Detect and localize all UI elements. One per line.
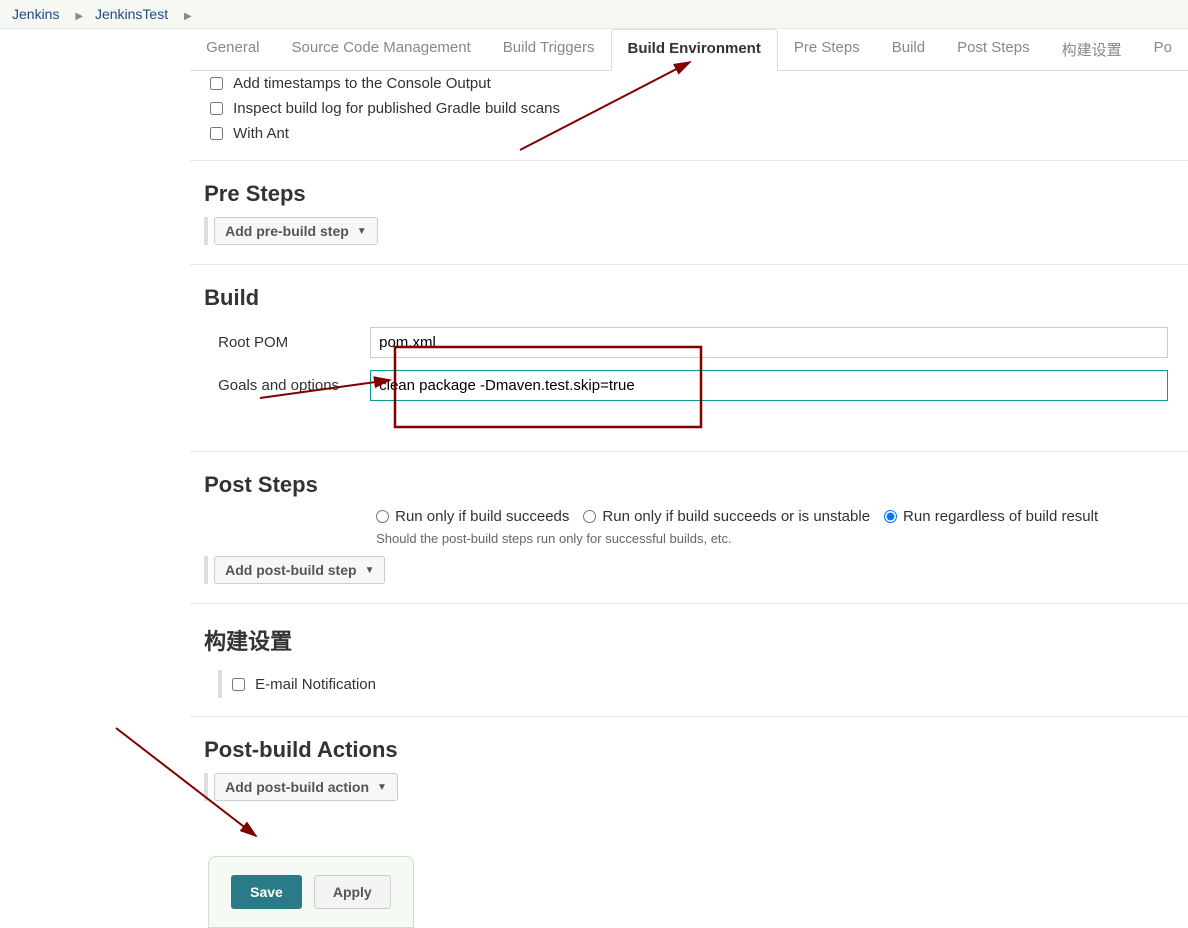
section-post-steps: Post Steps Run only if build succeeds Ru… — [190, 458, 1188, 604]
heading-post-steps: Post Steps — [190, 458, 1188, 508]
breadcrumb: Jenkins ▶ JenkinsTest ▶ — [0, 0, 1188, 29]
label-timestamps: Add timestamps to the Console Output — [233, 75, 491, 92]
help-post-steps: Should the post-build steps run only for… — [190, 525, 1188, 556]
checkbox-timestamps[interactable] — [210, 77, 223, 90]
apply-button[interactable]: Apply — [314, 875, 391, 909]
label-goals-options: Goals and options — [218, 377, 370, 394]
add-post-build-action-button[interactable]: Add post-build action ▼ — [214, 773, 398, 801]
section-build-environment: Add timestamps to the Console Output Ins… — [190, 71, 1188, 161]
caret-down-icon: ▼ — [357, 226, 367, 237]
heading-build-settings: 构建设置 — [190, 610, 1188, 666]
sidebar — [0, 29, 172, 928]
tab-build-environment[interactable]: Build Environment — [611, 29, 778, 71]
label-unstable: Run only if build succeeds or is unstabl… — [602, 508, 870, 525]
config-tabs: General Source Code Management Build Tri… — [190, 29, 1188, 71]
section-post-build-actions: Post-build Actions Add post-build action… — [190, 723, 1188, 820]
label-with-ant: With Ant — [233, 125, 289, 142]
add-pre-build-step-label: Add pre-build step — [225, 223, 349, 239]
checkbox-with-ant[interactable] — [210, 127, 223, 140]
section-build-settings: 构建设置 E-mail Notification — [190, 610, 1188, 717]
caret-down-icon: ▼ — [377, 782, 387, 793]
drag-handle — [218, 670, 222, 698]
section-build: Build Root POM Goals and options — [190, 271, 1188, 452]
tab-build[interactable]: Build — [876, 29, 941, 70]
chevron-right-icon: ▶ — [75, 11, 83, 22]
save-bar: Save Apply — [208, 856, 414, 928]
radio-regardless[interactable] — [884, 510, 897, 523]
tab-po[interactable]: Po — [1138, 29, 1188, 70]
radio-unstable[interactable] — [583, 510, 596, 523]
label-succeeds: Run only if build succeeds — [395, 508, 569, 525]
label-root-pom: Root POM — [218, 334, 370, 351]
tab-triggers[interactable]: Build Triggers — [487, 29, 611, 70]
tab-build-settings-cn[interactable]: 构建设置 — [1046, 29, 1138, 70]
heading-build: Build — [190, 271, 1188, 321]
add-post-build-step-button[interactable]: Add post-build step ▼ — [214, 556, 385, 584]
radio-succeeds[interactable] — [376, 510, 389, 523]
drag-handle — [204, 217, 208, 245]
tab-general[interactable]: General — [190, 29, 275, 70]
checkbox-email-notification[interactable] — [232, 678, 245, 691]
add-pre-build-step-button[interactable]: Add pre-build step ▼ — [214, 217, 378, 245]
label-email-notification: E-mail Notification — [255, 676, 376, 693]
heading-pre-steps: Pre Steps — [190, 167, 1188, 217]
breadcrumb-jenkinstest[interactable]: JenkinsTest — [95, 6, 168, 22]
checkbox-gradle-scans[interactable] — [210, 102, 223, 115]
drag-handle — [204, 556, 208, 584]
add-post-build-action-label: Add post-build action — [225, 779, 369, 795]
label-gradle-scans: Inspect build log for published Gradle b… — [233, 100, 560, 117]
label-regardless: Run regardless of build result — [903, 508, 1098, 525]
section-pre-steps: Pre Steps Add pre-build step ▼ — [190, 167, 1188, 265]
input-root-pom[interactable] — [370, 327, 1168, 358]
tab-post-steps[interactable]: Post Steps — [941, 29, 1046, 70]
save-button[interactable]: Save — [231, 875, 302, 909]
breadcrumb-jenkins[interactable]: Jenkins — [12, 6, 59, 22]
heading-post-build-actions: Post-build Actions — [190, 723, 1188, 773]
caret-down-icon: ▼ — [365, 565, 375, 576]
chevron-right-icon: ▶ — [184, 11, 192, 22]
tab-scm[interactable]: Source Code Management — [276, 29, 487, 70]
drag-handle — [204, 773, 208, 801]
add-post-build-step-label: Add post-build step — [225, 562, 356, 578]
tab-pre-steps[interactable]: Pre Steps — [778, 29, 876, 70]
input-goals-options[interactable] — [370, 370, 1168, 401]
